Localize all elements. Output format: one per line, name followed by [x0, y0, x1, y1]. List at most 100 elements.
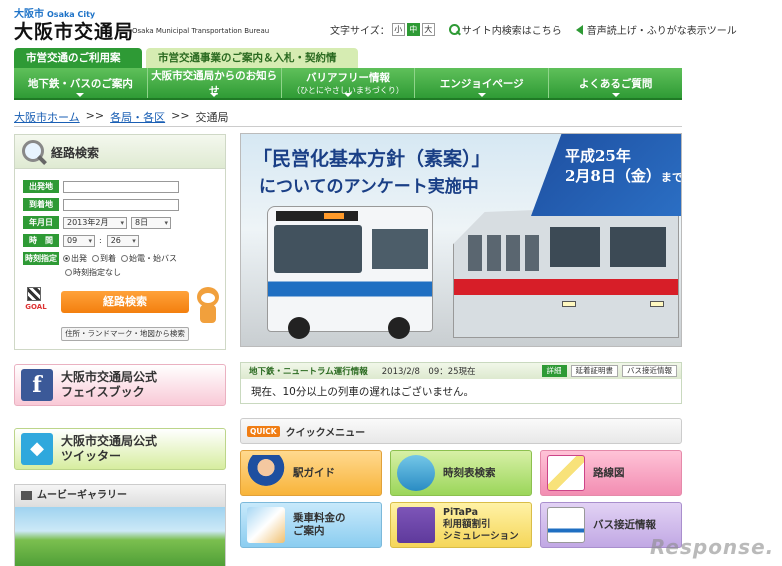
font-size-large-button[interactable]: 大 — [421, 23, 435, 36]
route-search-header: 経路検索 — [15, 135, 225, 169]
route-search-title: 経路検索 — [51, 146, 100, 160]
banner-date-line1: 平成25年 — [565, 147, 631, 165]
site-header: 大阪市 Osaka City 大阪市交通局 Osaka Municipal Tra… — [0, 0, 782, 46]
goal-text: GOAL — [25, 303, 47, 311]
breadcrumb-dept[interactable]: 各局・各区 — [110, 109, 165, 125]
nav-label: バリアフリー情報 — [305, 72, 390, 84]
nav-label: エンジョイページ — [439, 77, 524, 90]
bureau-logo-title[interactable]: 大阪市交通局 — [14, 17, 134, 44]
operation-info: 地下鉄・ニュートラム運行情報 2013/2/8 09：25現在 詳細 延着証明書… — [240, 362, 682, 404]
banner-deadline: 平成25年 2月8日（金）まで — [531, 134, 681, 216]
twitter-banner[interactable]: ◆ 大阪市交通局公式 ツイッター — [14, 428, 226, 470]
font-size-label: 文字サイズ： — [330, 26, 390, 37]
breadcrumb-separator: >> — [85, 109, 105, 122]
bus-image — [267, 206, 433, 339]
quick-label: 乗車料金の ご案内 — [293, 512, 346, 538]
fare-icon — [247, 507, 285, 543]
chevron-down-icon — [76, 93, 85, 97]
voice-tool-label: 音声読上げ・ふりがな表示ツール — [586, 26, 737, 37]
quick-timetable-search[interactable]: 時刻表検索 — [390, 450, 532, 496]
nav-subway-bus[interactable]: 地下鉄・バスのご案内 — [14, 68, 148, 98]
quick-station-guide[interactable]: 駅ガイド — [240, 450, 382, 496]
global-nav: 地下鉄・バスのご案内 大阪市交通局からのお知らせ バリアフリー情報 （ひとにやさ… — [14, 68, 682, 100]
to-input[interactable] — [63, 198, 179, 211]
chevron-down-icon — [210, 93, 219, 97]
nav-news[interactable]: 大阪市交通局からのお知らせ — [148, 68, 282, 98]
movie-gallery-title: ムービーギャラリー — [15, 485, 225, 507]
banner-title-line1: 「民営化基本方針（素案）」 — [253, 148, 491, 170]
from-input[interactable] — [63, 180, 179, 193]
chevron-down-icon — [477, 93, 486, 97]
radio-arrive[interactable] — [92, 255, 99, 262]
train-image — [453, 204, 679, 338]
quick-pitapa-simulation[interactable]: PiTaPa 利用額割引 シミュレーション — [390, 502, 532, 548]
operation-info-datetime: 2013/2/8 09：25現在 — [381, 367, 476, 377]
radio-no-time[interactable] — [65, 269, 72, 276]
nav-label: 地下鉄・バスのご案内 — [27, 77, 133, 90]
hour-select[interactable]: 09 — [63, 234, 95, 247]
time-label: 時 間 — [23, 234, 59, 247]
chevron-down-icon — [343, 93, 352, 97]
facebook-icon: f — [21, 369, 53, 401]
site-search-label: サイト内検索はこちら — [461, 26, 562, 37]
minute-select[interactable]: 26 — [106, 234, 139, 247]
from-row: 出発地 — [23, 180, 179, 193]
voice-tool-link[interactable]: 音声読上げ・ふりがな表示ツール — [575, 22, 737, 37]
tab-user-guide[interactable]: 市営交通のご利用案内 — [14, 48, 142, 84]
quick-label: 路線図 — [593, 466, 625, 479]
route-map-icon — [547, 455, 585, 491]
time-separator: : — [99, 236, 102, 245]
radio-first-label: 始電・始バス — [129, 254, 177, 263]
twitter-text: 大阪市交通局公式 ツイッター — [61, 434, 157, 464]
nav-faq[interactable]: よくあるご質問 — [549, 68, 682, 98]
quick-fare-info[interactable]: 乗車料金の ご案内 — [240, 502, 382, 548]
bus-approach-button[interactable]: バス接近情報 — [622, 365, 677, 377]
detail-button[interactable]: 詳細 — [541, 365, 567, 377]
quick-label: 駅ガイド — [293, 466, 335, 479]
from-label: 出発地 — [23, 180, 59, 193]
chevron-down-icon — [611, 93, 620, 97]
header-tools: 文字サイズ： 小 中 大 サイト内検索はこちら 音声読上げ・ふりがな表示ツール — [330, 22, 737, 37]
address-search-button[interactable]: 住所・ランドマーク・地図から検索 — [61, 327, 189, 341]
nav-barrier-free[interactable]: バリアフリー情報 （ひとにやさしいまちづくり） — [282, 68, 416, 98]
delay-certificate-button[interactable]: 延着証明書 — [570, 365, 618, 377]
survey-banner[interactable]: 「民営化基本方針（素案）」 についてのアンケート実施中 平成25年 2月8日（金… — [240, 133, 682, 347]
quick-route-map[interactable]: 路線図 — [540, 450, 682, 496]
radio-depart[interactable] — [63, 255, 70, 262]
quick-label: 時刻表検索 — [443, 466, 496, 479]
font-size-small-button[interactable]: 小 — [391, 23, 405, 36]
speaker-icon — [575, 24, 583, 35]
quick-label: PiTaPa 利用額割引 シミュレーション — [443, 507, 519, 543]
quick-label-line1: 乗車料金の — [293, 512, 346, 524]
breadcrumb-current: 交通局 — [195, 111, 229, 124]
to-row: 到着地 — [23, 198, 179, 211]
quick-menu-title: クイックメニュー — [285, 427, 366, 439]
breadcrumb-home[interactable]: 大阪市ホーム — [14, 109, 80, 125]
time-none-row: 時刻指定なし — [65, 267, 126, 278]
banner-title-line2: についてのアンケート実施中 — [259, 177, 479, 197]
radio-first[interactable] — [121, 255, 128, 262]
bureau-logo-subtitle: Osaka Municipal Transportation Bureau — [132, 27, 270, 35]
quick-label-line3: シミュレーション — [443, 531, 519, 542]
radio-depart-label: 出発 — [71, 254, 87, 263]
route-search-button[interactable]: 経路検索 — [61, 291, 189, 313]
main-tabs: 市営交通のご利用案内 市営交通事業のご案内＆入札・契約情報 — [14, 48, 358, 84]
nav-label: よくあるご質問 — [578, 77, 653, 90]
station-staff-icon — [247, 455, 285, 491]
time-spec-row: 時刻指定 出発 到着 始電・始バス — [23, 252, 182, 265]
banner-date-line2: 2月8日（金） — [565, 167, 661, 185]
tab-business-info[interactable]: 市営交通事業のご案内＆入札・契約情報 — [146, 48, 358, 84]
day-select[interactable]: 8日 — [131, 216, 171, 229]
search-icon — [448, 24, 460, 35]
month-select[interactable]: 2013年2月 — [63, 216, 127, 229]
facebook-banner[interactable]: f 大阪市交通局公式 フェイスブック — [14, 364, 226, 406]
operation-info-header: 地下鉄・ニュートラム運行情報 2013/2/8 09：25現在 詳細 延着証明書… — [241, 363, 681, 379]
font-size-medium-button[interactable]: 中 — [406, 23, 420, 36]
divider — [14, 126, 682, 127]
time-row: 時 間 09 : 26 — [23, 234, 143, 247]
nav-enjoy[interactable]: エンジョイページ — [415, 68, 550, 98]
site-search-link[interactable]: サイト内検索はこちら — [448, 22, 562, 37]
movie-thumbnail[interactable] — [15, 507, 225, 566]
movie-gallery[interactable]: ムービーギャラリー — [14, 484, 226, 566]
twitter-line1: 大阪市交通局公式 — [61, 434, 158, 448]
